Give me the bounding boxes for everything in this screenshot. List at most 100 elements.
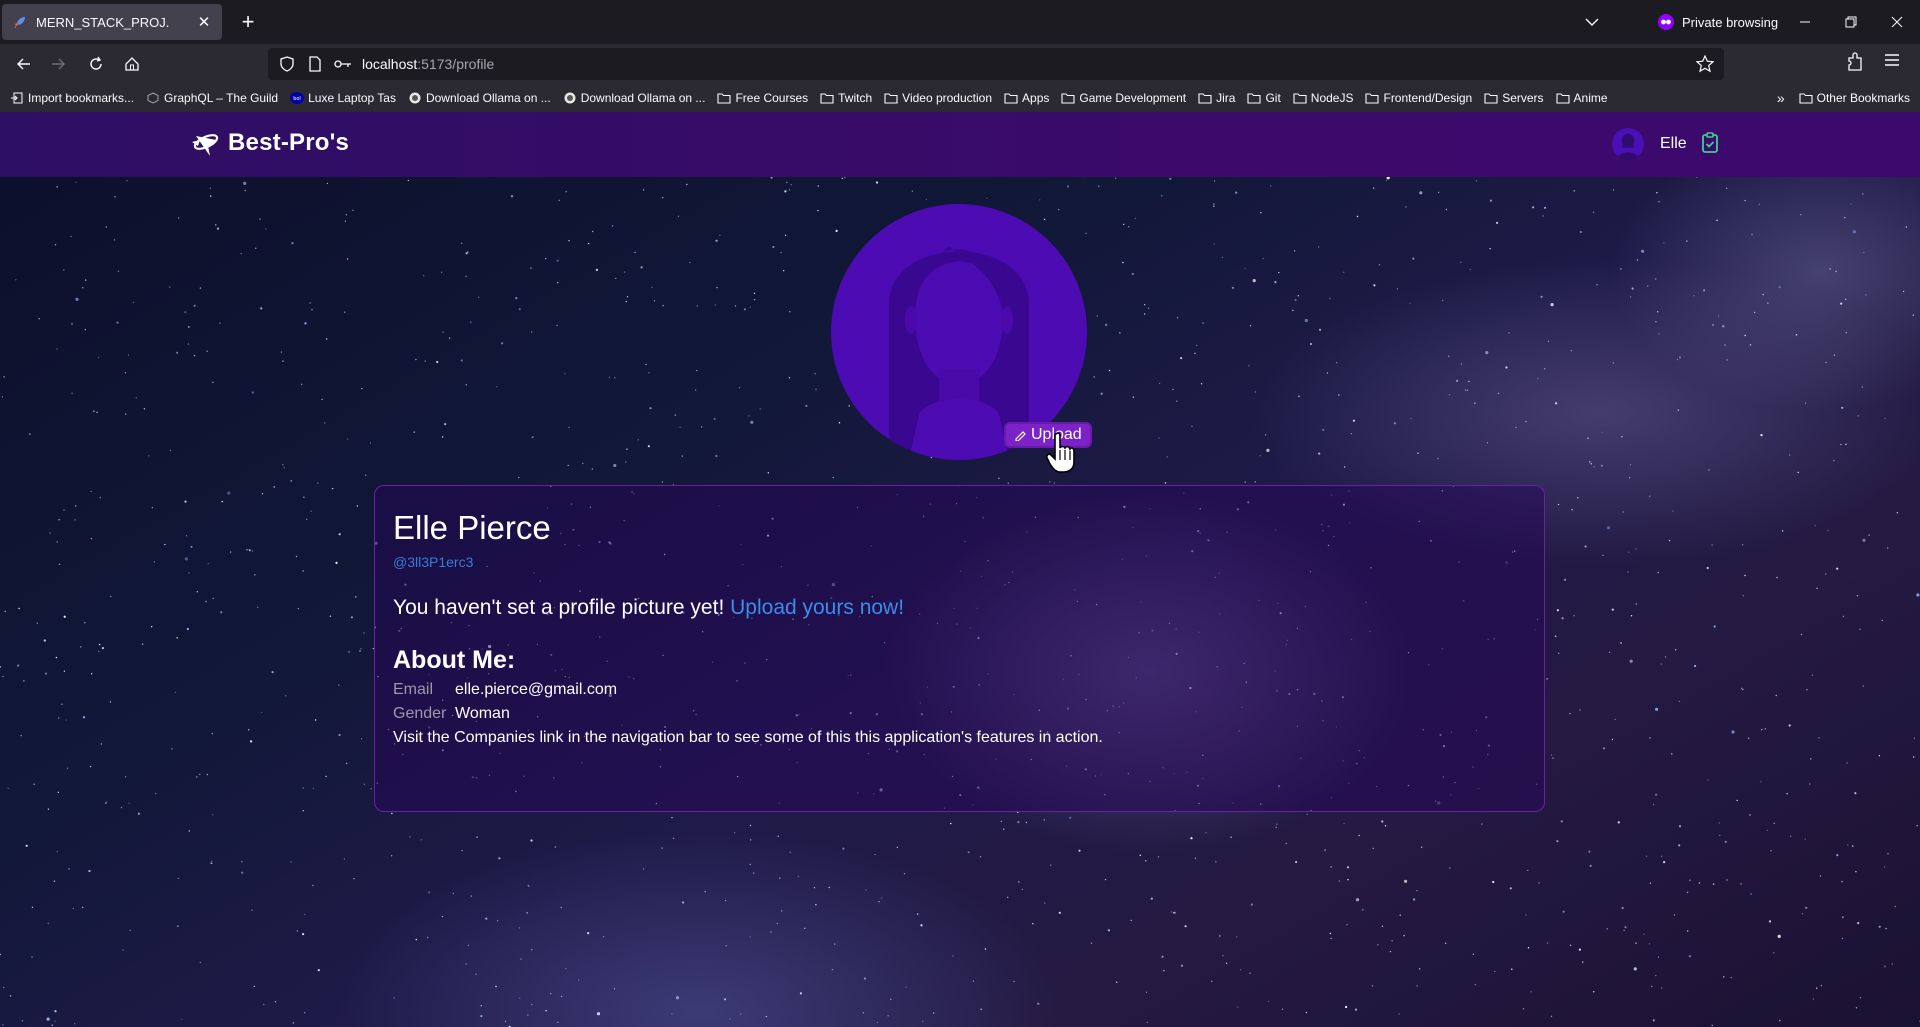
user-avatar[interactable] xyxy=(1612,128,1644,160)
bookmarks-overflow-icon[interactable]: » xyxy=(1777,90,1785,106)
star xyxy=(345,762,348,765)
star xyxy=(1902,290,1905,293)
star xyxy=(290,480,292,482)
star xyxy=(1173,911,1176,914)
star xyxy=(1779,1019,1781,1022)
bookmark-item[interactable]: Git xyxy=(1247,91,1281,105)
star xyxy=(1658,201,1660,203)
bookmark-item[interactable]: GraphQL – The Guild xyxy=(146,91,278,105)
star xyxy=(776,922,779,925)
minimize-button[interactable] xyxy=(1790,8,1820,36)
bookmark-item[interactable]: Anime xyxy=(1555,91,1608,105)
clipboard-check-icon[interactable] xyxy=(1701,131,1719,158)
star xyxy=(753,292,756,294)
list-all-tabs-button[interactable] xyxy=(1580,10,1604,34)
other-bookmarks-folder[interactable]: Other Bookmarks xyxy=(1799,91,1910,105)
star xyxy=(331,487,334,490)
star xyxy=(196,591,198,593)
star xyxy=(1569,944,1572,946)
restore-button[interactable] xyxy=(1836,8,1866,36)
user-name[interactable]: Elle xyxy=(1660,135,1687,153)
folder-icon xyxy=(1198,91,1212,105)
star xyxy=(1356,215,1359,218)
star xyxy=(671,1013,673,1015)
star xyxy=(338,733,341,737)
star xyxy=(1635,942,1637,944)
new-tab-button[interactable]: + xyxy=(234,8,262,36)
star xyxy=(887,1015,889,1017)
bookmark-item[interactable]: Download Ollama on ... xyxy=(563,91,705,105)
star xyxy=(100,743,103,745)
address-bar[interactable]: localhost:5173/profile xyxy=(268,48,1724,80)
star xyxy=(33,783,35,785)
back-button[interactable] xyxy=(10,50,38,78)
star xyxy=(518,476,520,479)
star xyxy=(1163,970,1165,972)
bookmark-item[interactable]: Free Courses xyxy=(717,91,808,105)
star xyxy=(1663,242,1665,244)
star xyxy=(1668,539,1671,542)
star xyxy=(169,449,172,452)
bookmark-item[interactable]: Import bookmarks... xyxy=(10,91,134,105)
bookmark-item[interactable]: Frontend/Design xyxy=(1365,91,1472,105)
bookmark-label: Import bookmarks... xyxy=(28,91,135,105)
close-window-button[interactable] xyxy=(1882,8,1912,36)
shield-icon[interactable] xyxy=(278,55,296,73)
star xyxy=(1820,984,1823,987)
tab-close-icon[interactable]: ✕ xyxy=(196,13,212,31)
star xyxy=(1542,215,1544,217)
star xyxy=(814,373,816,375)
app-menu-button[interactable] xyxy=(1884,52,1900,73)
bookmark-item[interactable]: Download Ollama on ... xyxy=(408,91,551,105)
star xyxy=(1661,987,1663,989)
star xyxy=(1562,910,1565,913)
star xyxy=(1474,983,1477,986)
bookmark-item[interactable]: NodeJS xyxy=(1293,91,1353,105)
reload-button[interactable] xyxy=(82,50,110,78)
bookmark-item[interactable]: Apps xyxy=(1004,91,1049,105)
star xyxy=(391,812,393,815)
browser-tab-active[interactable]: MERN_STACK_PROJ. ✕ xyxy=(2,4,222,40)
extensions-button[interactable] xyxy=(1846,52,1864,77)
star xyxy=(556,259,559,262)
star xyxy=(21,1020,23,1022)
bookmark-item[interactable]: Servers xyxy=(1484,91,1544,105)
star xyxy=(1891,963,1893,965)
star xyxy=(212,597,214,600)
bookmark-star-icon[interactable] xyxy=(1695,54,1715,78)
home-button[interactable] xyxy=(118,50,146,78)
star xyxy=(734,305,737,307)
star xyxy=(1122,261,1124,264)
star xyxy=(1489,199,1493,202)
key-icon[interactable] xyxy=(334,55,352,73)
brand-link[interactable]: Best-Pro's xyxy=(190,128,349,158)
star xyxy=(1275,826,1277,828)
star xyxy=(1318,328,1322,331)
star xyxy=(1104,878,1107,881)
star xyxy=(1749,344,1752,346)
bookmark-item[interactable]: Game Development xyxy=(1061,91,1186,105)
star xyxy=(950,822,952,825)
star xyxy=(188,326,190,328)
gender-label: Gender xyxy=(393,705,447,722)
star xyxy=(649,407,652,410)
bookmark-item[interactable]: Jira xyxy=(1198,91,1235,105)
forward-button[interactable] xyxy=(44,50,72,78)
bookmark-item[interactable]: Twitch xyxy=(820,91,872,105)
star xyxy=(1724,344,1726,346)
bookmark-item[interactable]: bol Luxe Laptop Tas xyxy=(290,91,396,105)
star xyxy=(184,311,187,314)
star xyxy=(1013,980,1015,983)
star xyxy=(124,372,127,374)
reload-icon xyxy=(90,56,102,70)
upload-now-link[interactable]: Upload yours now! xyxy=(730,596,904,619)
star xyxy=(99,496,102,499)
star xyxy=(80,646,82,648)
url-text[interactable]: localhost:5173/profile xyxy=(362,56,494,72)
star xyxy=(105,226,108,228)
private-browsing-indicator: Private browsing xyxy=(1658,10,1778,34)
page-icon[interactable] xyxy=(306,55,324,73)
star xyxy=(129,929,131,932)
star xyxy=(84,622,86,624)
bookmark-item[interactable]: Video production xyxy=(884,91,992,105)
